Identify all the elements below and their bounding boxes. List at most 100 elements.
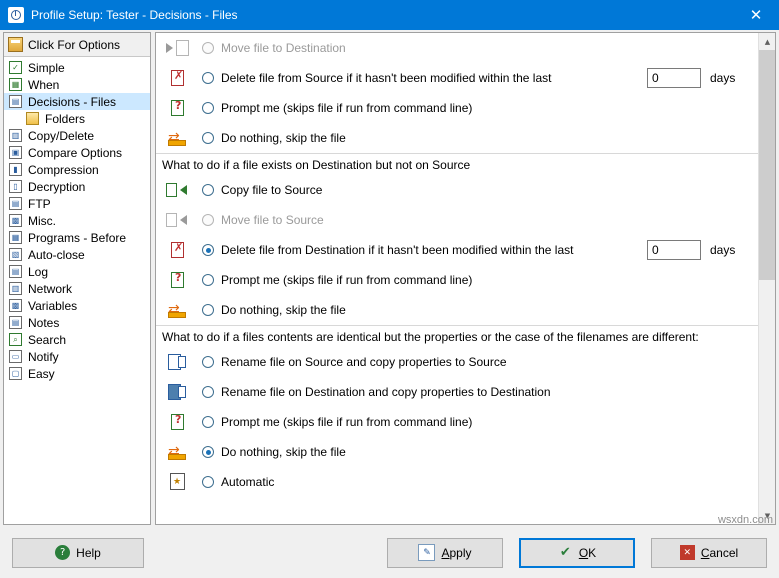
sidebar-item-variables[interactable]: ▩ Variables — [4, 297, 150, 314]
option-label: Prompt me (skips file if run from comman… — [221, 415, 472, 429]
prompt-icon: ? — [166, 270, 188, 290]
sidebar-item-folders[interactable]: Folders — [4, 110, 150, 127]
sidebar-item-label: Folders — [45, 112, 85, 126]
scroll-up-icon[interactable]: ▲ — [759, 33, 776, 50]
radio-prompt-me-2[interactable] — [202, 274, 214, 286]
option-label: Copy file to Source — [221, 183, 322, 197]
decryption-icon: ▯ — [9, 180, 22, 193]
radio-automatic[interactable] — [202, 476, 214, 488]
copy-delete-icon: ▥ — [9, 129, 22, 142]
automatic-icon: ★ — [166, 472, 188, 492]
sidebar-item-notify[interactable]: ▭ Notify — [4, 348, 150, 365]
sidebar-item-label: Decisions - Files — [28, 95, 116, 109]
radio-prompt-me-1[interactable] — [202, 102, 214, 114]
move-file-icon — [166, 210, 188, 230]
radio-do-nothing-2[interactable] — [202, 304, 214, 316]
option-label: Move file to Source — [221, 213, 324, 227]
footer-actions: ✎ Apply ✔ OK ✕ Cancel — [387, 538, 779, 568]
ok-button[interactable]: ✔ OK — [519, 538, 635, 568]
notes-icon: ▤ — [9, 316, 22, 329]
sidebar-item-decisions-files[interactable]: ▤ Decisions - Files — [4, 93, 150, 110]
option-row-copy-file-source[interactable]: Copy file to Source — [156, 175, 758, 205]
cancel-button[interactable]: ✕ Cancel — [651, 538, 767, 568]
sidebar-item-label: Compare Options — [28, 146, 122, 160]
option-row-prompt-me-3[interactable]: ? Prompt me (skips file if run from comm… — [156, 407, 758, 437]
radio-do-nothing-1[interactable] — [202, 132, 214, 144]
skip-icon: ⇄ — [166, 442, 188, 462]
body-area: Click For Options ✓ Simple ▦ When ▤ Deci… — [0, 30, 779, 527]
delete-file-icon: ✗ — [166, 68, 188, 88]
section-heading-destination-only: What to do if a file exists on Destinati… — [156, 153, 758, 175]
sidebar-item-when[interactable]: ▦ When — [4, 76, 150, 93]
delete-source-days-input[interactable]: 0 — [647, 68, 701, 88]
radio-move-file-destination[interactable] — [202, 42, 214, 54]
option-label: Do nothing, skip the file — [221, 303, 346, 317]
option-row-move-file-destination[interactable]: Move file to Destination — [156, 33, 758, 63]
radio-move-file-source[interactable] — [202, 214, 214, 226]
when-icon: ▦ — [9, 78, 22, 91]
sidebar-item-network[interactable]: ▥ Network — [4, 280, 150, 297]
option-row-rename-source[interactable]: Rename file on Source and copy propertie… — [156, 347, 758, 377]
option-row-rename-destination[interactable]: Rename file on Destination and copy prop… — [156, 377, 758, 407]
radio-copy-file-source[interactable] — [202, 184, 214, 196]
sidebar-item-notes[interactable]: ▤ Notes — [4, 314, 150, 331]
delete-source-days-label: days — [710, 71, 758, 85]
sidebar-item-label: Notes — [28, 316, 59, 330]
cancel-label: Cancel — [701, 546, 738, 560]
sidebar-item-label: Search — [28, 333, 66, 347]
help-label: Help — [76, 546, 101, 560]
sidebar-item-auto-close[interactable]: ▧ Auto-close — [4, 246, 150, 263]
help-button[interactable]: ? Help — [12, 538, 144, 568]
option-row-delete-file-source[interactable]: ✗ Delete file from Source if it hasn't b… — [156, 63, 758, 93]
delete-destination-days-label: days — [710, 243, 758, 257]
sidebar-item-easy[interactable]: ▢ Easy — [4, 365, 150, 382]
radio-do-nothing-3[interactable] — [202, 446, 214, 458]
sidebar-item-log[interactable]: ▤ Log — [4, 263, 150, 280]
sidebar-item-programs-before[interactable]: ▦ Programs - Before — [4, 229, 150, 246]
radio-rename-destination[interactable] — [202, 386, 214, 398]
option-row-prompt-me-2[interactable]: ? Prompt me (skips file if run from comm… — [156, 265, 758, 295]
check-icon: ✔ — [558, 545, 573, 560]
sidebar-item-copy-delete[interactable]: ▥ Copy/Delete — [4, 127, 150, 144]
option-row-prompt-me-1[interactable]: ? Prompt me (skips file if run from comm… — [156, 93, 758, 123]
apply-button[interactable]: ✎ Apply — [387, 538, 503, 568]
radio-rename-source[interactable] — [202, 356, 214, 368]
option-row-automatic[interactable]: ★ Automatic — [156, 467, 758, 497]
sidebar-item-search[interactable]: ⌕ Search — [4, 331, 150, 348]
radio-prompt-me-3[interactable] — [202, 416, 214, 428]
option-label: Rename file on Destination and copy prop… — [221, 385, 551, 399]
sidebar-item-label: FTP — [28, 197, 51, 211]
option-label: Delete file from Destination if it hasn'… — [221, 243, 573, 257]
title-bar: Profile Setup: Tester - Decisions - File… — [0, 0, 779, 30]
ftp-icon: ▤ — [9, 197, 22, 210]
option-row-delete-file-destination[interactable]: ✗ Delete file from Destination if it has… — [156, 235, 758, 265]
easy-icon: ▢ — [9, 367, 22, 380]
sidebar-item-label: Programs - Before — [28, 231, 126, 245]
option-row-move-file-source[interactable]: Move file to Source — [156, 205, 758, 235]
option-label: Move file to Destination — [221, 41, 346, 55]
log-icon: ▤ — [9, 265, 22, 278]
sidebar-item-compression[interactable]: ▮ Compression — [4, 161, 150, 178]
decisions-files-icon: ▤ — [9, 95, 22, 108]
prompt-icon: ? — [166, 412, 188, 432]
option-row-do-nothing-1[interactable]: ⇄ Do nothing, skip the file — [156, 123, 758, 153]
sidebar-item-decryption[interactable]: ▯ Decryption — [4, 178, 150, 195]
watermark: wsxdn.com — [718, 514, 773, 526]
panel-scrollbar[interactable]: ▲ ▼ — [758, 33, 775, 524]
radio-delete-file-destination[interactable] — [202, 244, 214, 256]
sidebar-item-ftp[interactable]: ▤ FTP — [4, 195, 150, 212]
rename-source-icon — [166, 352, 188, 372]
sidebar-item-compare-options[interactable]: ▣ Compare Options — [4, 144, 150, 161]
scrollbar-thumb[interactable] — [759, 50, 776, 280]
options-content: Move file to Destination ✗ Delete file f… — [156, 33, 758, 524]
radio-delete-file-source[interactable] — [202, 72, 214, 84]
dialog-footer: ? Help ✎ Apply ✔ OK ✕ Cancel — [0, 527, 779, 578]
option-row-do-nothing-2[interactable]: ⇄ Do nothing, skip the file — [156, 295, 758, 325]
sidebar-item-misc[interactable]: ▩ Misc. — [4, 212, 150, 229]
rename-destination-icon — [166, 382, 188, 402]
close-icon[interactable]: ✕ — [733, 0, 779, 30]
delete-destination-days-input[interactable]: 0 — [647, 240, 701, 260]
option-row-do-nothing-3[interactable]: ⇄ Do nothing, skip the file — [156, 437, 758, 467]
sidebar-item-label: Simple — [28, 61, 65, 75]
sidebar-item-simple[interactable]: ✓ Simple — [4, 59, 150, 76]
